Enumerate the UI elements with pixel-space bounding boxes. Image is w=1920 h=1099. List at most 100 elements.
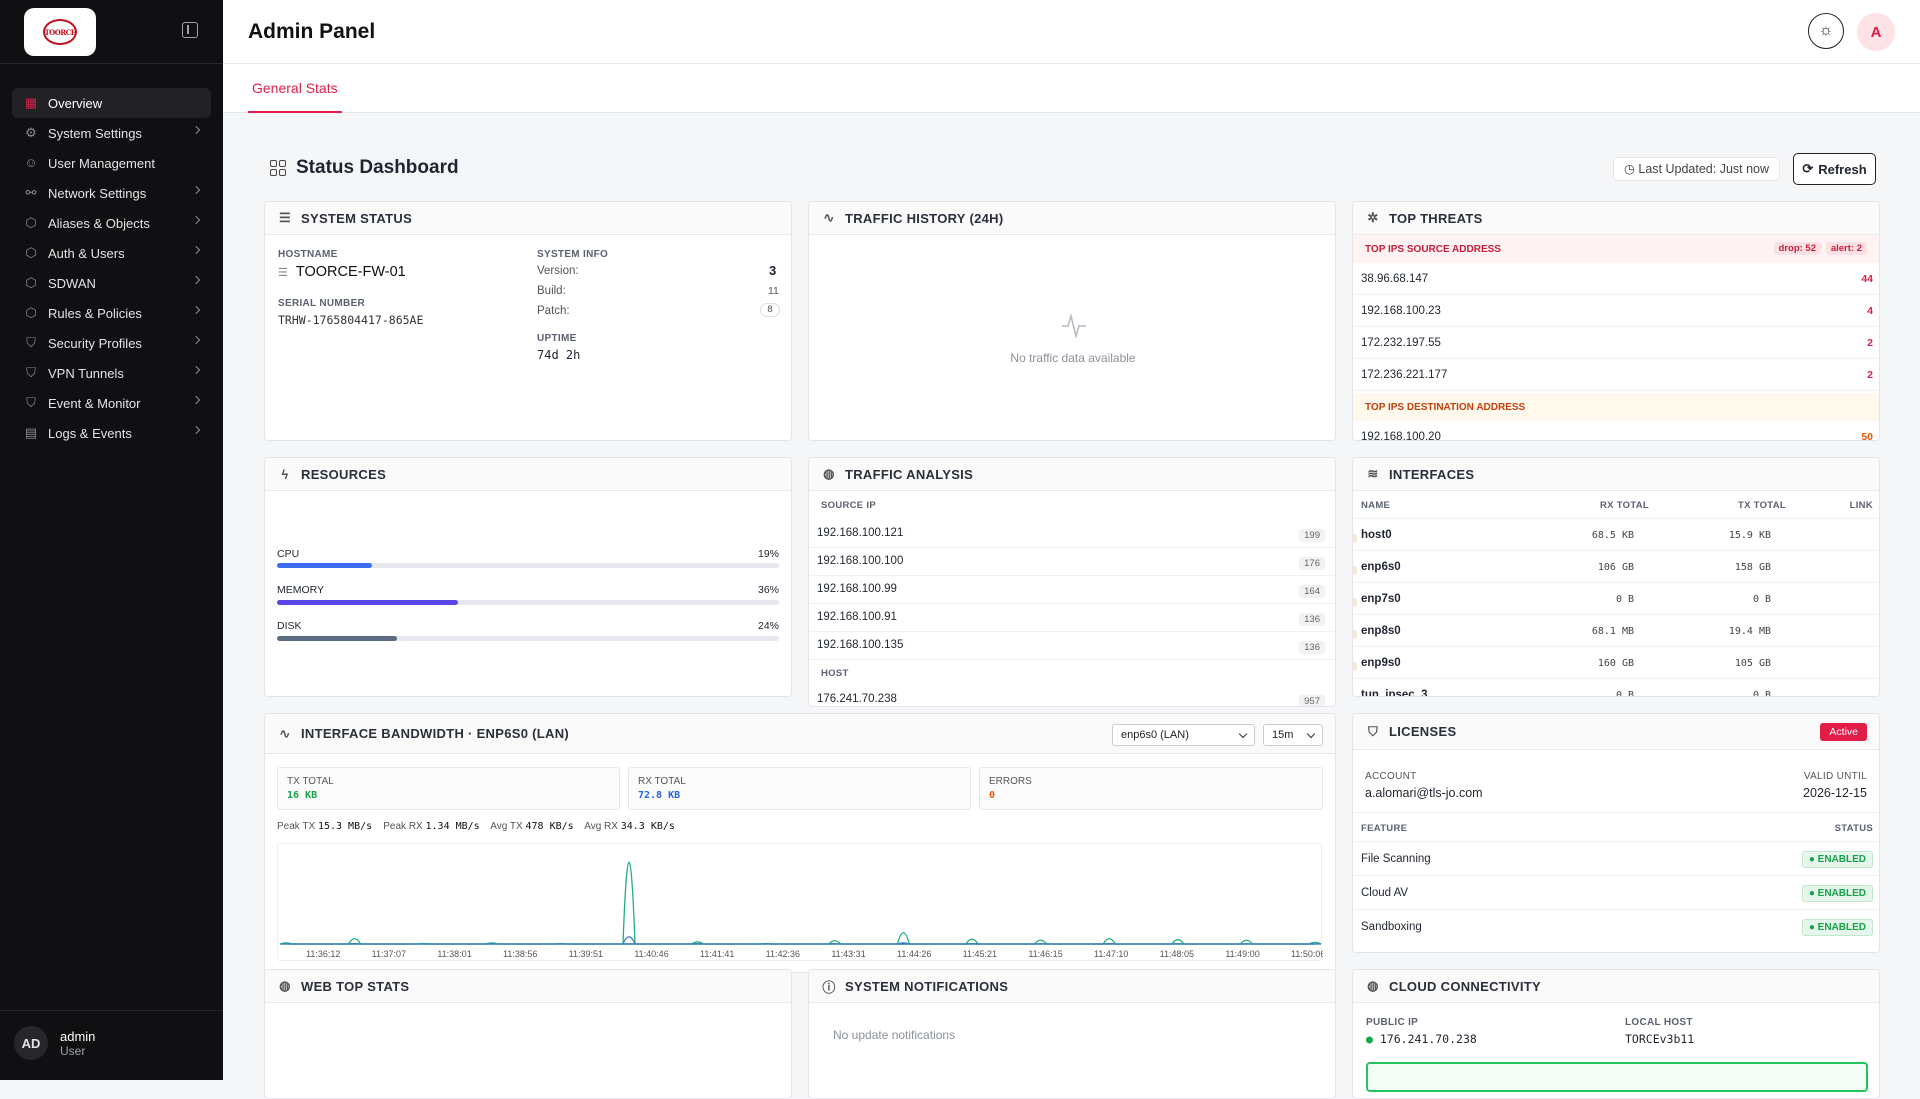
- avatar[interactable]: A: [1857, 13, 1895, 51]
- dashboard-title: Status Dashboard: [270, 157, 459, 179]
- serial-value: TRHW-1765804417-865AE: [278, 313, 424, 327]
- card-header: ≋ INTERFACES: [1353, 458, 1879, 491]
- globe-icon: ◍: [823, 466, 835, 481]
- memory-bar: [277, 600, 779, 605]
- list-item[interactable]: 172.232.197.55 2: [1353, 327, 1879, 359]
- interface-tx: 105 GB: [1734, 658, 1771, 669]
- table-row[interactable]: enp6s0 106 GB 158 GB: [1353, 551, 1879, 583]
- activity-icon: ∿: [279, 725, 291, 741]
- interface-rx: 0 B: [1615, 690, 1634, 697]
- clock-icon: ◷: [1624, 162, 1639, 176]
- range-select[interactable]: 15m: [1263, 724, 1323, 746]
- link-status-icon: [1353, 534, 1357, 543]
- hostname: ☰ TOORCE-FW-01: [278, 264, 406, 280]
- threat-section-header: TOP IPS DESTINATION ADDRESS: [1353, 393, 1879, 421]
- source-ip: 192.168.100.91: [817, 611, 897, 623]
- sidebar-item-security-profiles[interactable]: ⛉ Security Profiles: [12, 328, 211, 358]
- sidebar-item-label: Rules & Policies: [48, 305, 142, 321]
- chevron-right-icon: [191, 125, 201, 135]
- sidebar-item-user-management[interactable]: ☺ User Management: [12, 148, 211, 178]
- column-rx: RX TOTAL: [1600, 500, 1650, 511]
- interface-select[interactable]: enp6s0 (LAN): [1112, 724, 1255, 746]
- sidebar-item-overview[interactable]: ▦ Overview: [12, 88, 211, 118]
- sidebar-item-event-monitor[interactable]: ⛉ Event & Monitor: [12, 388, 211, 418]
- list-item[interactable]: 192.168.100.135 136: [809, 632, 1335, 660]
- status-dot-icon: ●: [1366, 1032, 1373, 1046]
- alert-badge: alert: 2: [1825, 242, 1867, 255]
- list-item[interactable]: 38.96.68.147 44: [1353, 263, 1879, 295]
- cube-icon: ⬡: [25, 275, 37, 290]
- feature-name: Cloud AV: [1361, 887, 1409, 899]
- list-item[interactable]: 192.168.100.99 164: [809, 576, 1335, 604]
- sidebar-item-system-settings[interactable]: ⚙ System Settings: [12, 118, 211, 148]
- list-item[interactable]: 192.168.100.91 136: [809, 604, 1335, 632]
- license-status-badge: Active: [1820, 723, 1867, 741]
- valid-until-value: 2026-12-15: [1803, 786, 1867, 800]
- table-row[interactable]: tun_ipsec_3 0 B 0 B: [1353, 679, 1879, 697]
- x-tick-label: 11:47:10: [1094, 949, 1128, 959]
- uptime-label: UPTIME: [537, 333, 577, 344]
- shield-icon: ⛉: [26, 365, 36, 380]
- card-header: ☰ SYSTEM STATUS: [265, 202, 791, 235]
- list-item[interactable]: 192.168.100.100 176: [809, 548, 1335, 576]
- errors-box: ERRORS 0: [979, 767, 1323, 810]
- theme-toggle-button[interactable]: ☼: [1808, 13, 1844, 49]
- interface-rx: 68.5 KB: [1591, 530, 1634, 541]
- x-tick-label: 11:39:51: [569, 949, 603, 959]
- chevron-right-icon: [191, 275, 201, 285]
- local-host-value: TORCEv3b11: [1625, 1032, 1695, 1046]
- cube-icon: ⬡: [25, 305, 37, 320]
- tab-general-stats[interactable]: General Stats: [248, 64, 342, 113]
- list-item[interactable]: 176.241.70.238 957: [809, 686, 1335, 706]
- feature-status-text: ENABLED: [1817, 922, 1866, 933]
- shield-icon: ⛉: [26, 335, 36, 350]
- shield-check-icon: ⛉: [1367, 723, 1379, 739]
- list-item[interactable]: 192.168.100.121 199: [809, 520, 1335, 548]
- bug-icon: ✲: [1367, 210, 1379, 225]
- cpu-bar-fill: [277, 563, 373, 568]
- sidebar-item-network-settings[interactable]: ⚯ Network Settings: [12, 178, 211, 208]
- memory-label: MEMORY: [277, 584, 325, 596]
- table-row[interactable]: enp8s0 68.1 MB 19.4 MB: [1353, 615, 1879, 647]
- cube-icon: ⬡: [25, 245, 37, 260]
- user-profile[interactable]: AD admin User: [14, 1026, 95, 1060]
- sidebar-collapse-icon[interactable]: [182, 22, 198, 38]
- table-row[interactable]: host0 68.5 KB 15.9 KB: [1353, 519, 1879, 551]
- card-title: TRAFFIC HISTORY (24H): [845, 210, 1004, 226]
- sidebar-item-vpn-tunnels[interactable]: ⛉ VPN Tunnels: [12, 358, 211, 388]
- source-ip: 192.168.100.121: [817, 527, 904, 539]
- list-item[interactable]: 172.236.221.177 2: [1353, 359, 1879, 391]
- table-row[interactable]: enp7s0 0 B 0 B: [1353, 583, 1879, 615]
- patch-badge: 8: [760, 303, 780, 317]
- threat-ip: 192.168.100.23: [1361, 305, 1441, 317]
- empty-state-text: No traffic data available: [1010, 351, 1136, 365]
- sidebar-item-logs-events[interactable]: ▤ Logs & Events: [12, 418, 211, 448]
- chevron-right-icon: [191, 335, 201, 345]
- interfaces-card: ≋ INTERFACES NAME RX TOTAL TX TOTAL LINK …: [1352, 457, 1880, 697]
- chevron-right-icon: [191, 425, 201, 435]
- hostname-value: TOORCE-FW-01: [295, 264, 406, 280]
- host-label: HOST: [821, 668, 849, 679]
- errors-label: ERRORS: [989, 776, 1032, 787]
- network-icon: ⚯: [25, 185, 37, 200]
- public-ip: ● 176.241.70.238: [1366, 1032, 1477, 1046]
- source-count: 136: [1299, 641, 1325, 654]
- sidebar-item-auth-users[interactable]: ⬡ Auth & Users: [12, 238, 211, 268]
- sidebar-nav: ▦ Overview ⚙ System Settings ☺ User Managem…: [12, 88, 211, 448]
- public-ip-value: 176.241.70.238: [1379, 1032, 1477, 1046]
- interface-tx: 158 GB: [1734, 562, 1771, 573]
- sidebar-item-aliases-objects[interactable]: ⬡ Aliases & Objects: [12, 208, 211, 238]
- sidebar-item-sdwan[interactable]: ⬡ SDWAN: [12, 268, 211, 298]
- sidebar-item-rules-policies[interactable]: ⬡ Rules & Policies: [12, 298, 211, 328]
- user-role: User: [60, 1043, 86, 1058]
- refresh-button[interactable]: ⟳ Refresh: [1793, 153, 1876, 185]
- avg-tx-value: 478 KB/s: [525, 821, 574, 832]
- list-item[interactable]: 192.168.100.20 50: [1353, 421, 1879, 440]
- threat-count: 2: [1867, 337, 1873, 349]
- card-header: ∿ TRAFFIC HISTORY (24H): [809, 202, 1335, 235]
- table-row[interactable]: enp9s0 160 GB 105 GB: [1353, 647, 1879, 679]
- source-count: 164: [1299, 585, 1325, 598]
- list-item[interactable]: 192.168.100.23 4: [1353, 295, 1879, 327]
- app-logo[interactable]: TOORCE: [24, 8, 96, 56]
- info-icon: ⓘ: [822, 979, 836, 995]
